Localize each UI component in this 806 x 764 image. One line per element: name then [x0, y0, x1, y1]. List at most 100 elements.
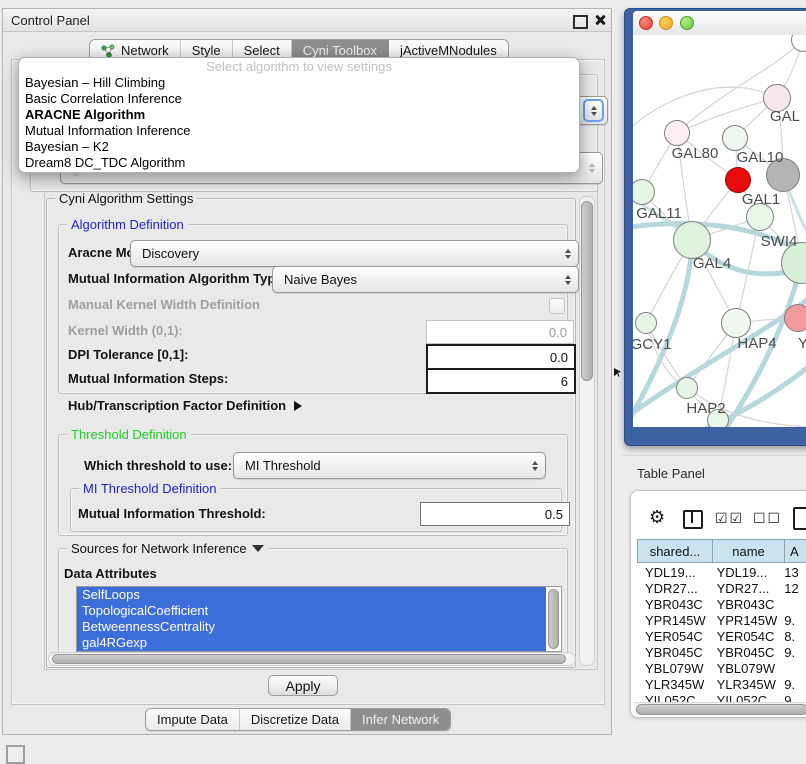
manual-kernel-checkbox[interactable]	[549, 298, 565, 314]
table-header-row: shared... name A	[637, 539, 806, 563]
table-hscrollbar-thumb[interactable]	[636, 704, 806, 715]
table-row[interactable]: YBL079W YBL079W	[637, 660, 806, 676]
table-row[interactable]: YPR145W YPR145W 9.	[637, 612, 806, 628]
cell: YER054C	[711, 629, 781, 644]
node-label: GAL11	[633, 205, 691, 222]
cell: 9.	[780, 693, 806, 703]
popup-item[interactable]: Bayesian – Hill Climbing	[19, 75, 579, 91]
data-attributes-list[interactable]: SelfLoops TopologicalCoefficient Between…	[76, 586, 562, 652]
tab-impute-data[interactable]: Impute Data	[146, 709, 240, 730]
cell: YPR145W	[637, 613, 711, 628]
network-view-window: GAL GAL80 GAL10 GAL1 GAL11 SWI4 GAL4 GCY…	[633, 11, 806, 427]
minimized-panel-icon[interactable]	[6, 745, 25, 764]
mouse-cursor	[614, 368, 621, 377]
network-node[interactable]	[664, 120, 690, 146]
document-icon[interactable]	[793, 507, 806, 530]
vertical-scrollbar-thumb[interactable]	[581, 201, 593, 381]
horizontal-scrollbar-track[interactable]	[48, 652, 576, 666]
network-node[interactable]	[676, 377, 698, 399]
network-canvas[interactable]: GAL GAL80 GAL10 GAL1 GAL11 SWI4 GAL4 GCY…	[633, 35, 806, 427]
list-scrollbar[interactable]	[548, 589, 559, 649]
network-node[interactable]	[784, 304, 806, 332]
deselect-all-icon[interactable]: ☐☐	[753, 511, 782, 527]
apply-button[interactable]: Apply	[268, 675, 338, 696]
aracne-mode-combo[interactable]: Discovery	[130, 240, 579, 267]
popup-item-selected[interactable]: ARACNE Algorithm	[19, 107, 579, 123]
cell: YBR043C	[637, 597, 711, 612]
which-threshold-label: Which threshold to use:	[84, 458, 232, 473]
expanded-arrow-icon[interactable]	[252, 545, 264, 552]
mi-steps-input[interactable]: 6	[426, 368, 576, 394]
mi-threshold-input[interactable]: 0.5	[420, 502, 570, 526]
table-row[interactable]: YDR27... YDR27... 12	[637, 580, 806, 596]
cell: 13	[780, 565, 806, 580]
close-traffic-light[interactable]	[639, 16, 653, 30]
aracne-mode-value: Discovery	[142, 246, 199, 261]
close-icon[interactable]	[594, 14, 606, 26]
table-body: YDL19... YDL19... 13 YDR27... YDR27... 1…	[637, 564, 806, 702]
network-node[interactable]	[673, 221, 711, 259]
control-panel-titlebar	[3, 9, 611, 32]
vertical-scrollbar-track[interactable]	[579, 196, 595, 666]
table-hscrollbar-track[interactable]	[634, 702, 806, 715]
tab-network-label: Network	[121, 43, 169, 58]
which-threshold-combo[interactable]: MI Threshold	[233, 452, 546, 479]
list-item[interactable]: TopologicalCoefficient	[77, 603, 546, 619]
table-row[interactable]: YER054C YER054C 8.	[637, 628, 806, 644]
popup-item[interactable]: Mutual Information Inference	[19, 123, 579, 139]
columns-icon[interactable]	[683, 510, 703, 529]
horizontal-scrollbar-thumb[interactable]	[52, 654, 566, 664]
cell: YBR045C	[637, 645, 711, 660]
column-header[interactable]: name	[713, 539, 785, 563]
mi-threshold-label: Mutual Information Threshold:	[78, 506, 266, 521]
cell: YPR145W	[711, 613, 781, 628]
table-row[interactable]: YDL19... YDL19... 13	[637, 564, 806, 580]
popup-item[interactable]: Dream8 DC_TDC Algorithm	[19, 155, 579, 171]
minimize-traffic-light[interactable]	[659, 16, 673, 30]
select-all-icon[interactable]: ☑☑	[715, 511, 744, 527]
zoom-traffic-light[interactable]	[680, 16, 694, 30]
table-row[interactable]: YBR043C YBR043C	[637, 596, 806, 612]
column-header[interactable]: A	[785, 539, 806, 563]
cell: YIL052C	[637, 693, 711, 703]
network-node-selected[interactable]	[725, 167, 751, 193]
table-row[interactable]: YLR345W YLR345W 9.	[637, 676, 806, 692]
mi-type-combo[interactable]: Naive Bayes	[272, 266, 579, 293]
tab-discretize-data[interactable]: Discretize Data	[240, 709, 351, 730]
list-item[interactable]: BetweennessCentrality	[77, 619, 546, 635]
popup-item[interactable]: Bayesian – K2	[19, 139, 579, 155]
cell: YDR27...	[637, 581, 711, 596]
node-label: GCY1	[633, 336, 683, 353]
float-window-icon[interactable]	[573, 15, 588, 29]
node-label: HAP4	[725, 335, 789, 352]
gear-icon[interactable]: ⚙	[649, 507, 665, 528]
cell: 9.	[780, 613, 806, 628]
node-label: Y	[793, 335, 806, 352]
manual-kernel-label: Manual Kernel Width Definition	[68, 297, 260, 312]
sources-legend-text: Sources for Network Inference	[71, 541, 247, 556]
node-label: GAL1	[729, 191, 793, 208]
network-node[interactable]	[721, 308, 751, 338]
mi-type-label: Mutual Information Algorithm Type:	[68, 271, 287, 286]
dpi-tolerance-input[interactable]: 0.0	[426, 344, 576, 370]
hub-definition-toggle[interactable]: Hub/Transcription Factor Definition	[68, 398, 302, 413]
list-item[interactable]: gal4RGexp	[77, 635, 546, 651]
sources-legend: Sources for Network Inference	[67, 541, 268, 556]
tab-infer-network[interactable]: Infer Network	[351, 709, 450, 730]
cell: 12	[780, 581, 806, 596]
node-label: GAL10	[728, 149, 792, 166]
column-header[interactable]: shared...	[637, 539, 713, 563]
tab-select-label: Select	[244, 43, 280, 58]
mi-threshold-legend: MI Threshold Definition	[79, 481, 220, 496]
combo-focus-button[interactable]	[583, 99, 604, 122]
popup-hint: Select algorithm to view settings	[19, 58, 579, 75]
list-item[interactable]: SelfLoops	[77, 587, 546, 603]
kernel-width-input[interactable]: 0.0	[426, 320, 574, 344]
table-row[interactable]: YIL052C YIL052C 9.	[637, 692, 806, 702]
cyni-settings-legend: Cyni Algorithm Settings	[55, 191, 197, 206]
network-node[interactable]	[635, 312, 657, 334]
mi-steps-label: Mutual Information Steps:	[68, 371, 228, 386]
table-row[interactable]: YBR045C YBR045C 9.	[637, 644, 806, 660]
popup-item[interactable]: Basic Correlation Inference	[19, 91, 579, 107]
dock-divider	[622, 455, 806, 456]
